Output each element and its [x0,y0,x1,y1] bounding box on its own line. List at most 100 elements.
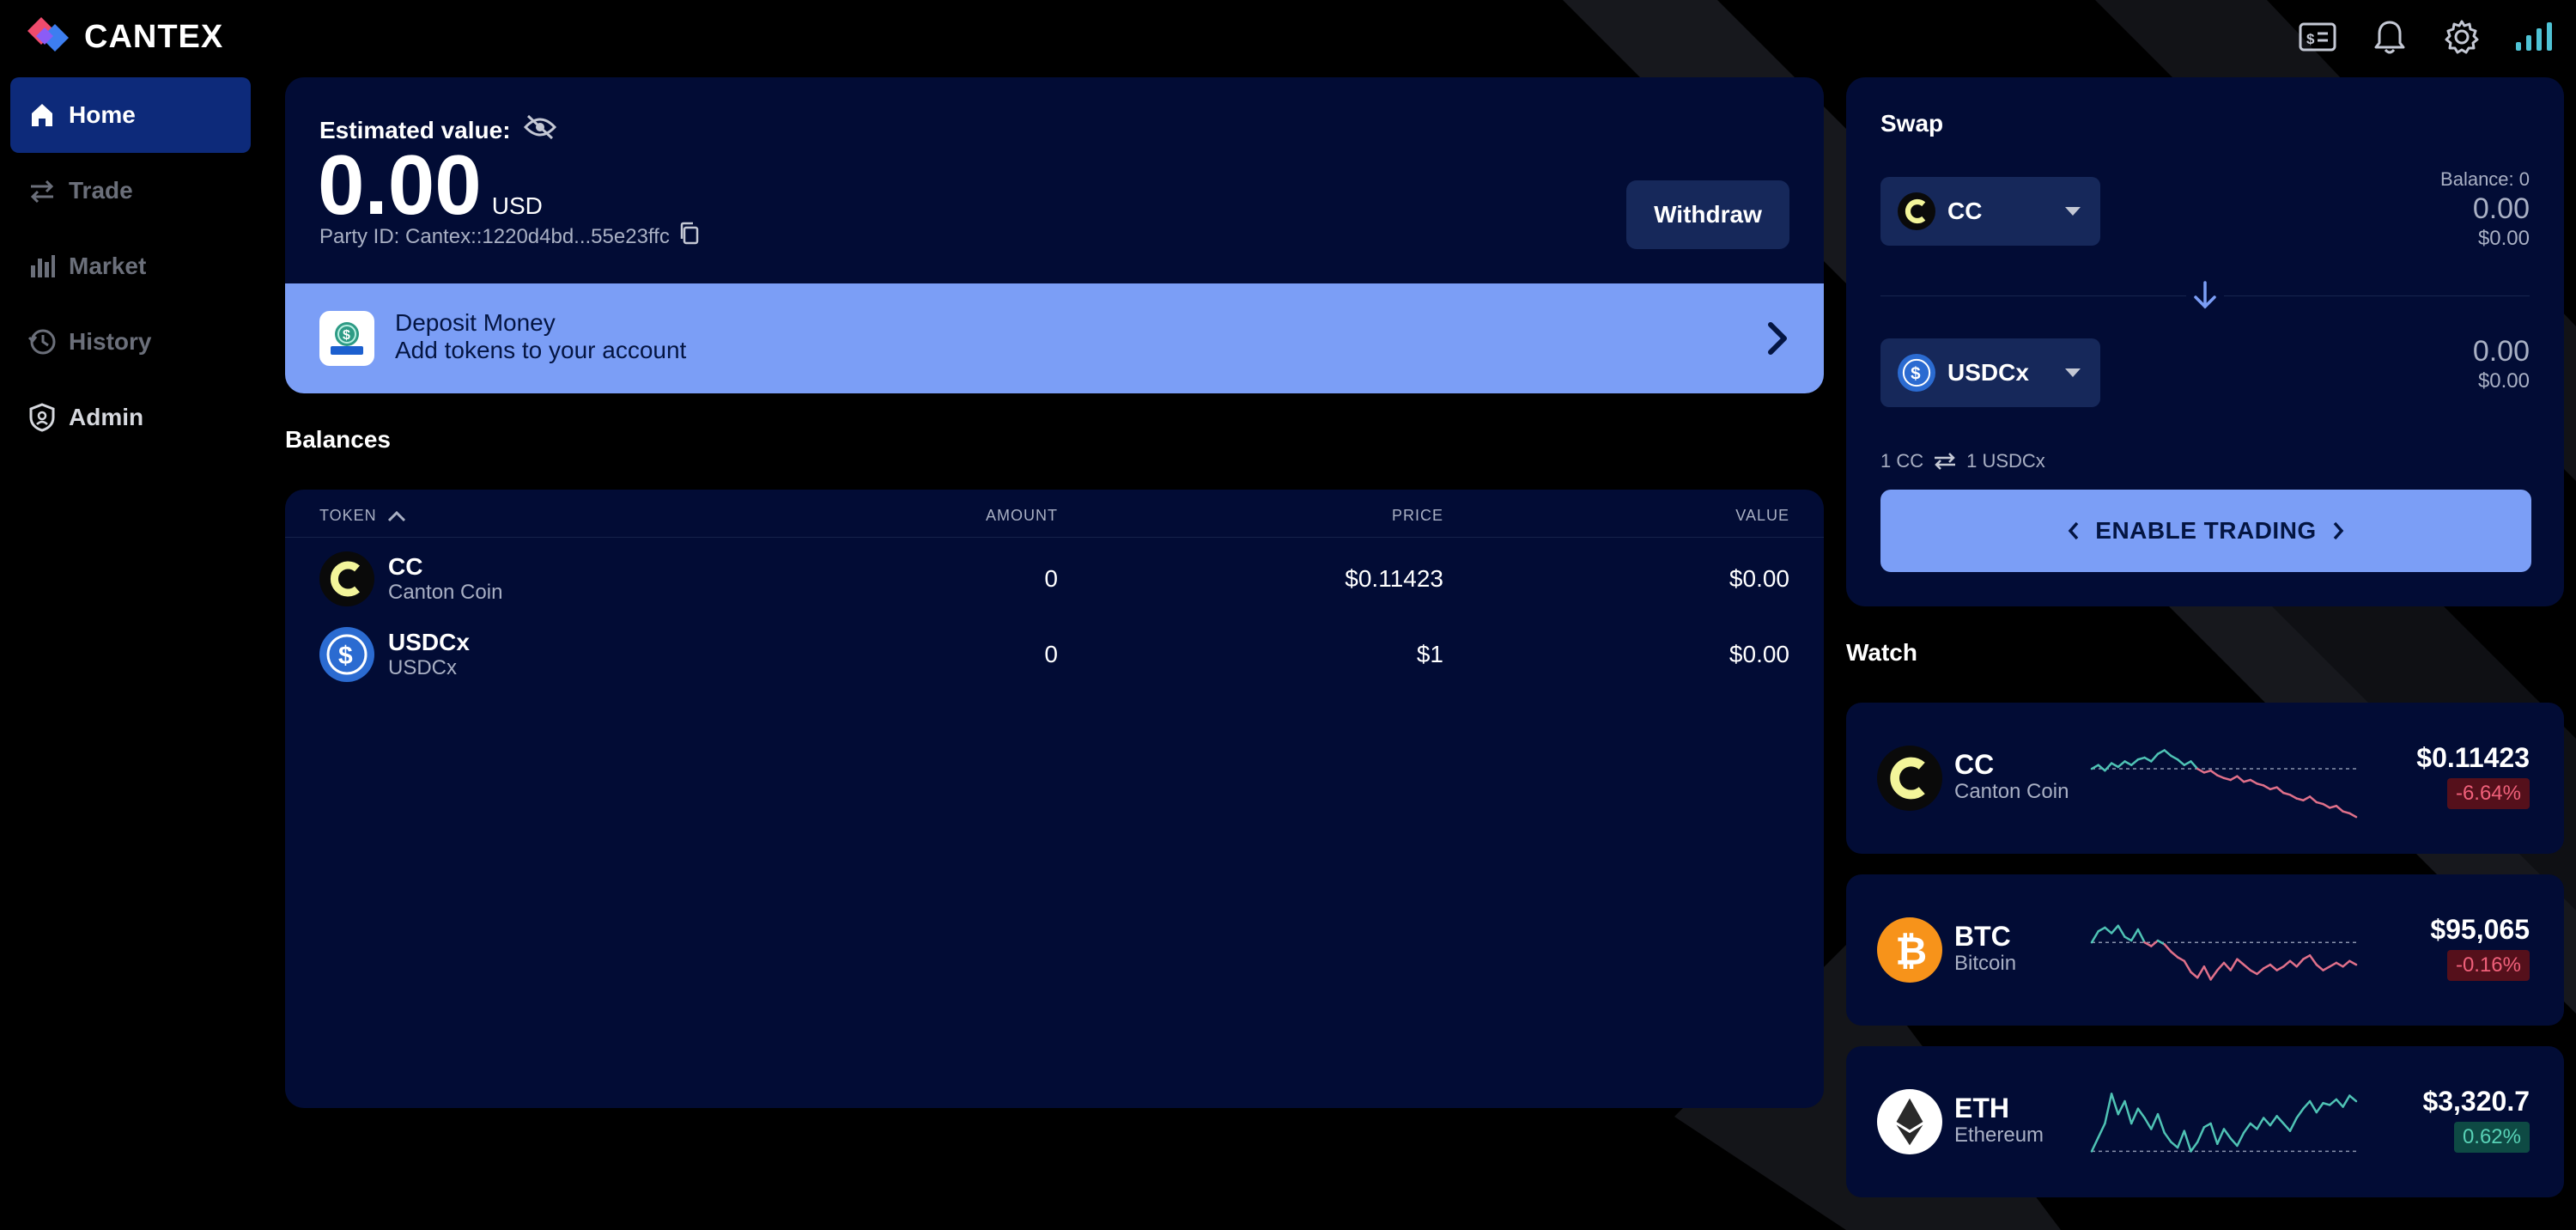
app-logo[interactable]: CANTEX [24,15,223,58]
ethereum-icon [1877,1089,1942,1154]
balances-table: TOKEN AMOUNT PRICE VALUE CC Canton Coin … [285,490,1824,1108]
app-name: CANTEX [84,18,224,55]
sparkline-segment [2104,1093,2113,1125]
sparkline-segment [2190,760,2199,770]
watch-change: 0.62% [2453,1122,2530,1153]
signal-icon[interactable] [2512,15,2555,58]
token-symbol: CC [388,553,423,580]
sparkline-segment [2328,961,2338,968]
sparkline-segment [2183,1130,2192,1153]
sparkline-segment [2342,959,2351,968]
token-symbol: USDCx [388,629,470,655]
withdraw-button[interactable]: Withdraw [1626,180,1789,249]
sparkline-segment [2262,963,2272,970]
exchange-rate: 1 CC 1 USDCx [1880,450,2045,472]
sparkline-segment [2275,965,2285,971]
column-amount[interactable]: AMOUNT [986,507,1058,525]
svg-text:$: $ [338,642,353,670]
sparkline-segment [2110,1093,2120,1116]
canton-coin-icon [319,551,374,606]
sparkline-segment [2196,1126,2206,1143]
canton-coin-icon [1877,746,1942,811]
sparkline-segment [2242,1122,2252,1135]
sparkline-segment [2348,812,2358,819]
to-token-select[interactable]: $ USDCx [1880,338,2100,407]
sparkline-segment [2176,956,2186,963]
sidebar-item-admin[interactable]: Admin [10,380,251,455]
sparkline-segment [2295,1107,2305,1119]
sparkline-segment [2190,971,2199,979]
sparkline-segment [2335,961,2344,968]
copy-icon[interactable] [678,222,701,252]
wallet-icon[interactable]: $ [2296,15,2339,58]
canton-coin-icon [1898,192,1935,230]
sidebar-item-market[interactable]: Market [10,228,251,304]
sparkline-segment [2288,1117,2298,1132]
sparkline-segment [2236,958,2245,966]
column-value[interactable]: VALUE [1735,507,1789,525]
sidebar-item-trade[interactable]: Trade [10,153,251,228]
sparkline-segment [2236,1131,2245,1148]
estimated-value: 0.00 USD [318,138,543,232]
sparkline-segment [2216,961,2226,971]
sidebar-item-home[interactable]: Home [10,77,251,153]
sparkline-segment [2170,754,2179,761]
token-name: Canton Coin [388,581,503,604]
top-bar: CANTEX $ [0,0,2576,74]
bell-icon[interactable] [2368,15,2411,58]
arrow-down-icon [2194,281,2216,309]
bar-chart-icon [27,252,57,281]
table-row[interactable]: $ USDCx USDCx 0 $1 $0.00 [285,617,1824,692]
sparkline-segment [2209,769,2219,776]
sparkline-segment [2150,752,2160,763]
sparkline-segment [2335,1098,2344,1108]
swap-direction-button[interactable] [2186,277,2224,314]
column-price[interactable]: PRICE [1392,507,1443,525]
sparkline-segment [2117,760,2126,769]
sparkline-segment [2097,764,2106,772]
deposit-title: Deposit Money [395,309,556,336]
watch-name: Canton Coin [1954,780,2069,803]
from-amount[interactable]: 0.00 [2473,192,2530,226]
sidebar-item-history[interactable]: History [10,304,251,380]
sparkline-segment [2282,1122,2292,1132]
party-id-row: Party ID: Cantex::1220d4bd...55e23ffc [319,222,701,252]
chevron-down-icon [2065,368,2081,377]
sparkline-segment [2190,1141,2199,1153]
party-id: Party ID: Cantex::1220d4bd...55e23ffc [319,224,670,248]
sparkline-segment [2097,1122,2106,1139]
sparkline-segment [2348,959,2358,966]
deposit-icon: $ [319,311,374,366]
chevron-right-icon [1765,321,1789,360]
watch-card-btc[interactable]: ₿ BTC Bitcoin $95,065 -0.16% [1846,874,2564,1026]
sparkline-segment [2222,1128,2232,1140]
chevron-left-icon [2068,521,2079,540]
usdc-icon: $ [319,627,374,682]
deposit-subtitle: Add tokens to your account [395,337,687,363]
gear-icon[interactable] [2440,15,2483,58]
to-amount[interactable]: 0.00 [2473,335,2530,368]
table-row[interactable]: CC Canton Coin 0 $0.11423 $0.00 [285,541,1824,617]
sparkline-segment [2150,939,2160,947]
watch-card-cc[interactable]: CC Canton Coin $0.11423 -6.64% [1846,703,2564,854]
sparkline [2090,924,2358,981]
enable-trading-button[interactable]: ENABLE TRADING [1880,490,2531,572]
sparkline-segment [2136,1107,2146,1119]
column-token[interactable]: TOKEN [319,507,406,525]
chevron-right-icon [2333,521,2344,540]
deposit-money-banner[interactable]: $ Deposit Money Add tokens to your accou… [285,283,1824,393]
sidebar-item-label: Trade [69,177,133,204]
sparkline-segment [2222,961,2232,971]
watch-price: $0.11423 [2416,742,2530,773]
sidebar-item-label: History [69,328,152,355]
token-name: USDCx [388,656,458,679]
rate-to: 1 USDCx [1966,450,2045,472]
from-token-select[interactable]: CC [1880,177,2100,246]
sparkline-segment [2262,784,2272,791]
watch-card-eth[interactable]: ETH Ethereum $3,320.7 0.62% [1846,1046,2564,1197]
sparkline-segment [2129,928,2140,942]
token-price: $0.11423 [1345,565,1443,592]
sparkline-segment [2328,1098,2338,1106]
shield-icon [27,403,57,432]
sparkline-segment [2170,1141,2179,1149]
